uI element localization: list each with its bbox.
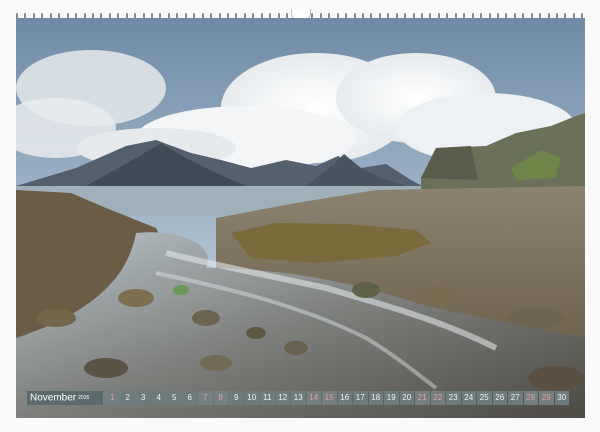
day-cell: 30: [554, 391, 569, 405]
day-cell: 19: [384, 391, 399, 405]
day-cell: 15: [322, 391, 337, 405]
day-cell: 26: [492, 391, 507, 405]
day-cell: 5: [167, 391, 182, 405]
year-label: 2026: [78, 395, 90, 401]
day-cell: 25: [477, 391, 492, 405]
calendar-strip: November 2026 1 2 3 4 5 6 7 8 9 10 11 12 13 14 15 16 17 18…: [27, 390, 575, 406]
day-cell: 4: [151, 391, 166, 405]
day-cell: 1: [105, 391, 120, 405]
day-cell: 24: [461, 391, 476, 405]
day-cell: 3: [136, 391, 151, 405]
day-cell: 17: [353, 391, 368, 405]
day-cell: 18: [368, 391, 383, 405]
day-cell: 16: [337, 391, 352, 405]
day-cell: 2: [120, 391, 135, 405]
day-cell: 22: [430, 391, 445, 405]
day-cell: 8: [213, 391, 228, 405]
month-name: November: [30, 392, 77, 404]
day-cell: 7: [198, 391, 213, 405]
day-cell: 23: [446, 391, 461, 405]
day-cell: 12: [275, 391, 290, 405]
day-cell: 11: [260, 391, 275, 405]
landscape-photo: [16, 18, 585, 418]
day-cell: 6: [182, 391, 197, 405]
day-cell: 10: [244, 391, 259, 405]
day-cell: 20: [399, 391, 414, 405]
day-cell: 14: [306, 391, 321, 405]
day-cell: 21: [415, 391, 430, 405]
landscape-illustration: [16, 18, 585, 418]
day-cell: 9: [229, 391, 244, 405]
day-cell: 13: [291, 391, 306, 405]
calendar-page: November 2026 1 2 3 4 5 6 7 8 9 10 11 12 13 14 15 16 17 18…: [0, 0, 600, 432]
day-cell: 28: [523, 391, 538, 405]
day-cell: 27: [508, 391, 523, 405]
day-cell: 29: [539, 391, 554, 405]
month-label: November 2026: [27, 391, 103, 405]
day-list: 1 2 3 4 5 6 7 8 9 10 11 12 13 14 15 16 17 18 19 20 21 22 23 24 2…: [105, 391, 569, 405]
